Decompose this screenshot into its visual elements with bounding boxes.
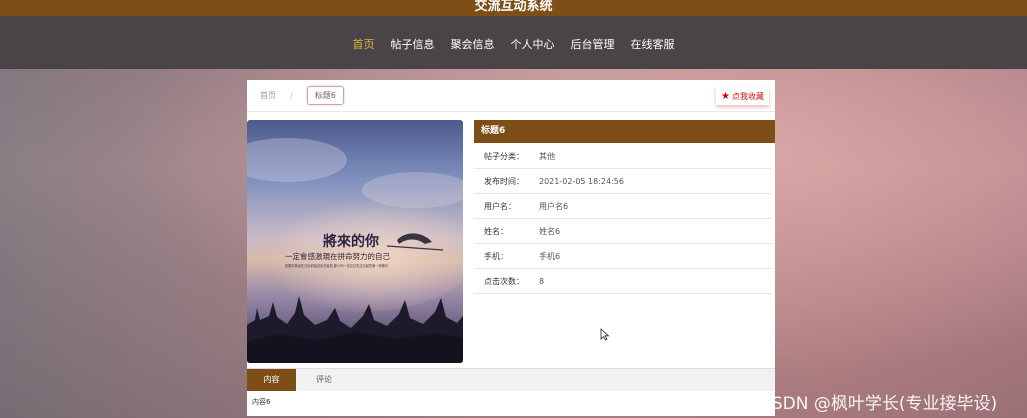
info-label: 用户名： [484, 201, 516, 211]
info-row-phone: 手机： 手机6 [474, 244, 772, 269]
info-row-publish-time: 发布时间： 2021-02-05 18:24:56 [474, 169, 772, 194]
info-value: 姓名6 [539, 226, 561, 236]
info-row-name: 姓名： 姓名6 [474, 219, 772, 244]
info-value: 其他 [539, 151, 555, 161]
info-value: 用户名6 [539, 201, 569, 211]
info-label: 帖子分类： [484, 151, 524, 161]
tab-bar: 内容 评论 [247, 369, 775, 391]
nav-item-gatherings[interactable]: 聚会信息 [451, 36, 495, 52]
tab-content[interactable]: 内容 [247, 369, 296, 391]
info-label: 点击次数： [484, 276, 524, 286]
breadcrumb: 首页 / 标题6 [247, 80, 775, 112]
favorite-button[interactable]: ★ 点我收藏 [716, 87, 769, 105]
breadcrumb-current: 标题6 [306, 86, 344, 105]
nav-item-home[interactable]: 首页 [353, 36, 375, 52]
nav-item-admin[interactable]: 后台管理 [571, 36, 615, 52]
info-header: 标题6 [474, 120, 775, 143]
post-image-subtitle: 一定會感激現在拼命努力的自己 [285, 251, 390, 261]
content-tabs: 内容 评论 内容6 [247, 368, 775, 416]
star-icon: ★ [721, 90, 730, 102]
tab-content-text: 内容6 [252, 398, 271, 406]
mouse-cursor-icon [600, 328, 610, 341]
post-image-caption: 如果你曾经在日出前独自坐在窗前,那么你一定见过天边泛起的第一抹微光 [285, 263, 389, 268]
site-title: 交流互动系统 [0, 0, 1027, 16]
post-image-title: 將來的你 [323, 233, 379, 250]
nav-item-posts[interactable]: 帖子信息 [391, 36, 435, 52]
favorite-button-label: 点我收藏 [732, 91, 764, 101]
post-image: 將來的你 一定會感激現在拼命努力的自己 如果你曾经在日出前独自坐在窗前,那么你一… [247, 120, 463, 363]
breadcrumb-separator: / [290, 91, 293, 100]
info-row-username: 用户名： 用户名6 [474, 194, 772, 219]
watermark: CSDN @枫叶学长(专业接毕设) [760, 394, 998, 414]
tab-comments[interactable]: 评论 [296, 369, 352, 391]
nav-item-profile[interactable]: 个人中心 [511, 36, 555, 52]
info-row-category: 帖子分类： 其他 [474, 144, 772, 169]
info-value: 8 [539, 276, 545, 286]
info-label: 发布时间： [484, 176, 524, 186]
nav-item-support[interactable]: 在线客服 [631, 36, 675, 52]
info-label: 姓名： [484, 226, 508, 236]
info-label: 手机： [484, 251, 508, 261]
info-row-click-count: 点击次数： 8 [474, 269, 772, 294]
breadcrumb-home[interactable]: 首页 [260, 90, 276, 101]
detail-panel: 首页 / 标题6 ★ 点我收藏 將來的你 一定會感激現在拼命努力的自己 如果你曾… [247, 80, 775, 416]
main-nav: 首页 帖子信息 聚会信息 个人中心 后台管理 在线客服 [0, 16, 1027, 69]
info-value: 手机6 [539, 251, 561, 261]
info-value: 2021-02-05 18:24:56 [539, 176, 624, 186]
